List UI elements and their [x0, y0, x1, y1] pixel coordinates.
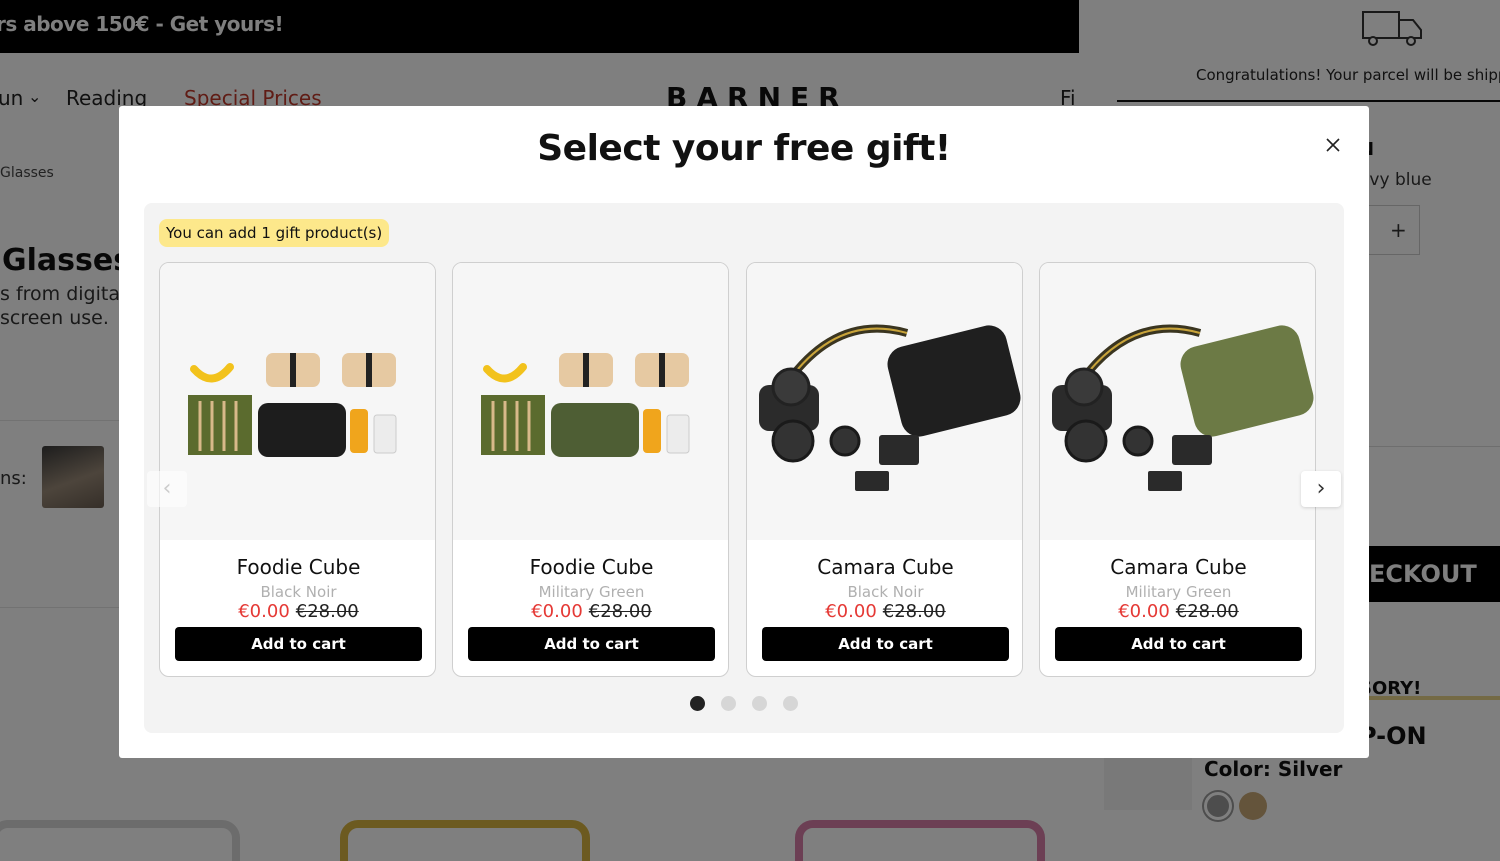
original-price: €28.00: [295, 601, 359, 622]
product-image[interactable]: [160, 263, 435, 540]
modal-title: Select your free gift!: [537, 128, 951, 169]
sale-price: €0.00: [238, 601, 290, 622]
gift-product-card[interactable]: Camara Cube Military Green €0.00 €28.00 A…: [1039, 262, 1316, 677]
sale-price: €0.00: [825, 601, 877, 622]
close-icon[interactable]: [1322, 134, 1344, 156]
product-color: Military Green: [1125, 583, 1232, 601]
carousel-pagination: [144, 696, 1344, 715]
foodie-cube-image: [481, 353, 690, 457]
product-price: €0.00 €28.00: [747, 601, 1022, 622]
gift-product-card[interactable]: Camara Cube Black Noir €0.00 €28.00 Add t…: [746, 262, 1023, 677]
original-price: €28.00: [1175, 601, 1239, 622]
gift-count-badge: You can add 1 gift product(s): [159, 219, 390, 247]
camara-cube-image: [759, 324, 1021, 491]
sale-price: €0.00: [1118, 601, 1170, 622]
gift-carousel: You can add 1 gift product(s) Foodie Cub…: [144, 203, 1344, 733]
gift-product-card[interactable]: Foodie Cube Military Green €0.00 €28.00 A…: [452, 262, 729, 677]
foodie-cube-image: [188, 353, 397, 457]
add-to-cart-button[interactable]: Add to cart: [1055, 627, 1302, 661]
carousel-dot[interactable]: [690, 696, 705, 711]
product-name[interactable]: Camara Cube: [1040, 555, 1315, 579]
product-name[interactable]: Foodie Cube: [453, 555, 728, 579]
product-color: Black Noir: [847, 583, 924, 601]
product-image[interactable]: [1040, 263, 1315, 540]
original-price: €28.00: [882, 601, 946, 622]
carousel-dot[interactable]: [721, 696, 736, 711]
product-price: €0.00 €28.00: [1040, 601, 1315, 622]
carousel-next-button[interactable]: ›: [1301, 471, 1341, 507]
carousel-dot[interactable]: [783, 696, 798, 711]
add-to-cart-button[interactable]: Add to cart: [468, 627, 715, 661]
free-gift-modal: Select your free gift! You can add 1 gif…: [119, 106, 1369, 758]
add-to-cart-button[interactable]: Add to cart: [175, 627, 422, 661]
product-price: €0.00 €28.00: [453, 601, 728, 622]
product-image[interactable]: [453, 263, 728, 540]
product-color: Military Green: [538, 583, 645, 601]
product-color: Black Noir: [260, 583, 337, 601]
sale-price: €0.00: [531, 601, 583, 622]
product-name[interactable]: Foodie Cube: [160, 555, 435, 579]
camara-cube-image: [1052, 324, 1314, 491]
original-price: €28.00: [588, 601, 652, 622]
gift-product-card[interactable]: Foodie Cube Black Noir €0.00 €28.00 Add t…: [159, 262, 436, 677]
product-price: €0.00 €28.00: [160, 601, 435, 622]
product-name[interactable]: Camara Cube: [747, 555, 1022, 579]
carousel-dot[interactable]: [752, 696, 767, 711]
add-to-cart-button[interactable]: Add to cart: [762, 627, 1009, 661]
product-image[interactable]: [747, 263, 1022, 540]
carousel-prev-button[interactable]: ‹: [147, 471, 187, 507]
